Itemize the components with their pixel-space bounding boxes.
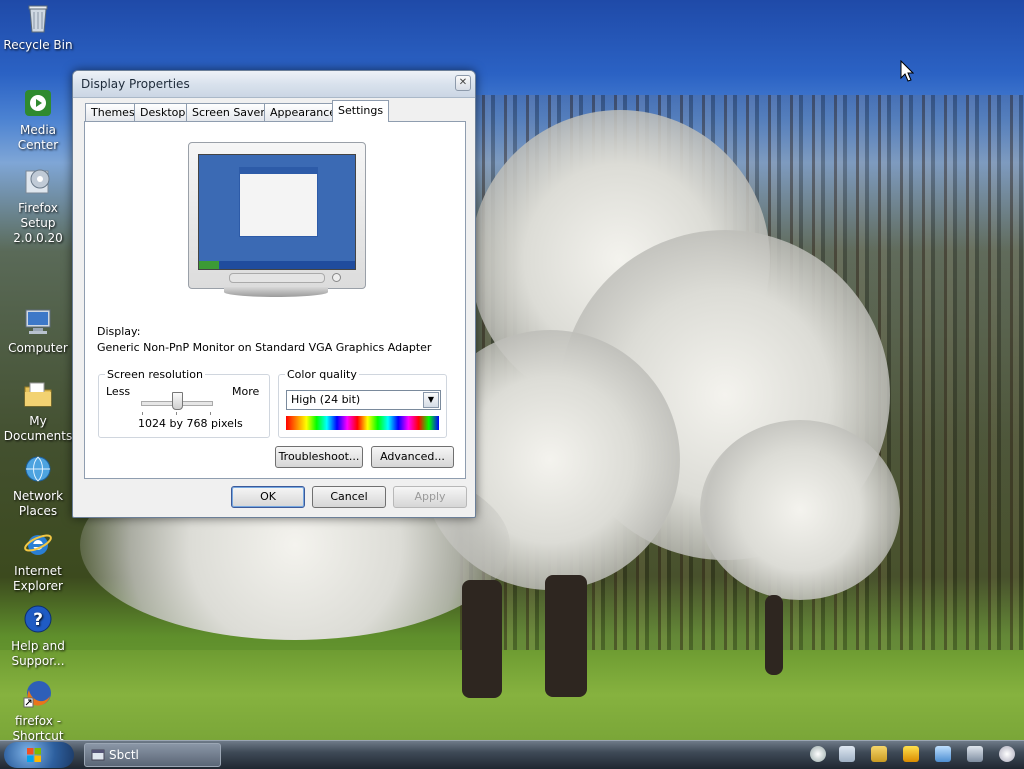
bell-icon[interactable] xyxy=(871,746,887,762)
power-icon[interactable] xyxy=(903,746,919,762)
computer-icon xyxy=(22,305,54,337)
network-places-icon xyxy=(22,453,54,485)
color-quality-group: Color quality High (24 bit) ▼ xyxy=(278,368,447,438)
desktop-icon-firefox-shortcut[interactable]: firefox - Shortcut xyxy=(0,678,76,744)
windows-logo-icon xyxy=(27,748,41,762)
screen-resolution-title: Screen resolution xyxy=(105,368,205,381)
desktop-icon-label: Media Center xyxy=(17,123,59,152)
help-support-icon: ? xyxy=(22,603,54,635)
color-quality-value: High (24 bit) xyxy=(291,393,361,406)
resolution-slider-thumb[interactable] xyxy=(172,392,183,410)
settings-panel: Display: Generic Non-PnP Monitor on Stan… xyxy=(84,121,466,479)
tab-settings[interactable]: Settings xyxy=(332,100,390,122)
desktop-icon-media-center[interactable]: Media Center xyxy=(0,87,76,153)
monitor-icon[interactable] xyxy=(967,746,983,762)
desktop-icon-help-support[interactable]: ? Help and Suppor... xyxy=(0,603,76,669)
taskbar: Sbctl xyxy=(0,740,1024,769)
desktop-icon-label: My Documents xyxy=(3,414,73,443)
internet-explorer-icon xyxy=(22,528,54,560)
desktop-icon-label: Firefox Setup 2.0.0.20 xyxy=(13,201,63,245)
close-button[interactable]: ✕ xyxy=(455,75,471,91)
recycle-bin-icon xyxy=(22,2,54,34)
magnifier-icon[interactable] xyxy=(839,746,855,762)
preview-window xyxy=(239,167,318,237)
taskbar-button-label: Sbctl xyxy=(109,748,139,762)
display-properties-dialog: Display Properties ✕ Themes Desktop Scre… xyxy=(72,70,476,518)
display-label: Display: xyxy=(97,325,141,338)
troubleshoot-button[interactable]: Troubleshoot... xyxy=(275,446,363,468)
color-quality-select[interactable]: High (24 bit) ▼ xyxy=(286,390,441,410)
tab-screen-saver[interactable]: Screen Saver xyxy=(186,103,271,121)
tab-desktop[interactable]: Desktop xyxy=(134,103,192,121)
desktop-icon-label: Computer xyxy=(8,341,68,355)
color-spectrum-bar xyxy=(286,416,439,430)
desktop-icon-recycle-bin[interactable]: Recycle Bin xyxy=(0,2,76,53)
wallpaper-meadow xyxy=(0,650,1024,740)
preview-taskbar xyxy=(199,261,355,269)
desktop-icon-internet-explorer[interactable]: Internet Explorer xyxy=(0,528,76,594)
ok-button[interactable]: OK xyxy=(231,486,305,508)
svg-text:?: ? xyxy=(33,610,43,630)
window-icon xyxy=(91,749,105,761)
firefox-setup-icon xyxy=(22,165,54,197)
chevron-down-icon[interactable]: ▼ xyxy=(423,392,439,408)
preview-start-button xyxy=(199,261,219,269)
tab-appearance[interactable]: Appearance xyxy=(264,103,343,121)
tab-themes[interactable]: Themes xyxy=(85,103,141,121)
desktop-icon-label: Internet Explorer xyxy=(13,564,63,593)
desktop-icon-label: Recycle Bin xyxy=(3,38,73,52)
dialog-title: Display Properties xyxy=(81,77,190,91)
tray-expand-icon[interactable] xyxy=(810,746,826,762)
cancel-button[interactable]: Cancel xyxy=(312,486,386,508)
my-documents-icon xyxy=(22,378,54,410)
wallpaper-trunk xyxy=(462,580,502,698)
monitor-power-icon xyxy=(332,273,341,282)
dialog-titlebar[interactable]: Display Properties ✕ xyxy=(73,71,475,98)
close-icon: ✕ xyxy=(458,77,468,88)
color-quality-title: Color quality xyxy=(285,368,359,381)
resolution-less-label: Less xyxy=(106,385,131,398)
start-button[interactable] xyxy=(4,742,74,768)
desktop-icon-my-documents[interactable]: My Documents xyxy=(0,378,76,444)
monitor-preview xyxy=(188,142,366,289)
monitor-preview-screen xyxy=(198,154,356,270)
wallpaper-blossom xyxy=(700,420,900,600)
desktop-icon-label: Network Places xyxy=(12,489,64,518)
clock-icon[interactable] xyxy=(999,746,1015,762)
wallpaper-trunk xyxy=(545,575,587,697)
media-center-icon xyxy=(22,87,54,119)
taskbar-button-sbctl[interactable]: Sbctl xyxy=(84,743,221,767)
resolution-more-label: More xyxy=(232,385,260,398)
apply-button[interactable]: Apply xyxy=(393,486,467,508)
desktop-icon-label: Help and Suppor... xyxy=(11,639,65,668)
display-value: Generic Non-PnP Monitor on Standard VGA … xyxy=(97,341,432,354)
screen-resolution-group: Screen resolution Less More 1024 by 768 … xyxy=(98,368,270,438)
wallpaper-trunk xyxy=(765,595,783,675)
desktop-icon-network-places[interactable]: Network Places xyxy=(0,453,76,519)
firefox-shortcut-icon xyxy=(22,678,54,710)
resolution-value: 1024 by 768 pixels xyxy=(138,417,243,430)
system-tray xyxy=(835,742,1024,768)
desktop-icon-firefox-setup[interactable]: Firefox Setup 2.0.0.20 xyxy=(0,165,76,246)
network-icon[interactable] xyxy=(935,746,951,762)
mouse-cursor-icon xyxy=(900,60,914,82)
advanced-button[interactable]: Advanced... xyxy=(371,446,454,468)
desktop-icon-computer[interactable]: Computer xyxy=(0,305,76,356)
monitor-stand xyxy=(224,287,328,297)
